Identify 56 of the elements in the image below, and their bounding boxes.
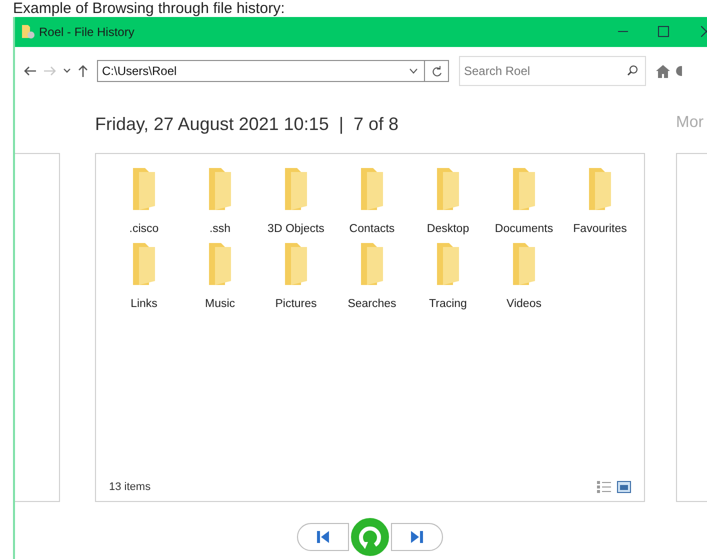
large-icons-view-icon[interactable] [617,481,631,493]
folder-icon[interactable] [587,166,613,210]
folder-name[interactable]: Pictures [275,296,317,314]
skip-forward-icon [411,531,423,543]
details-view-icon[interactable] [597,481,611,493]
folder-icon[interactable] [359,166,385,210]
folder-name[interactable]: Documents [494,221,554,238]
folder-name[interactable]: Favourites [573,221,627,238]
back-arrow-icon[interactable] [23,65,37,77]
folder-name[interactable]: 3D Objects [268,221,324,238]
snapshot-position: 7 of 8 [354,113,399,136]
folder-icon[interactable] [511,166,537,210]
previous-snapshot-panel[interactable] [15,153,60,502]
folder-icon[interactable] [131,241,157,285]
folder-icon[interactable] [207,166,233,210]
home-icon[interactable] [656,64,670,78]
folder-name[interactable]: Tracing [429,296,467,314]
folder-name[interactable]: .cisco [129,221,159,238]
folder-name[interactable]: Searches [348,296,396,314]
folder-icon[interactable] [207,241,233,285]
restore-icon [358,524,382,550]
caption: Example of Browsing through file history: [12,0,286,17]
folder-icon[interactable] [435,241,461,285]
snapshot-date: Friday, 27 August 2021 10:15 [95,113,329,136]
next-version-button[interactable] [391,523,443,551]
window-title: Roel - File History [39,24,134,41]
close-icon[interactable] [701,26,707,37]
refresh-button[interactable] [425,60,449,82]
separator: | [338,113,344,136]
snapshot-date: Mor [676,114,704,131]
folder-name[interactable]: Desktop [426,221,470,238]
folder-name[interactable]: Videos [506,296,542,314]
address-bar[interactable]: C:\Users\Roel [97,60,425,82]
folder-icon[interactable] [283,166,309,210]
folder-icon[interactable] [131,166,157,210]
previous-version-button[interactable] [297,523,349,551]
folder-name[interactable]: .ssh [209,221,231,238]
folder-name[interactable]: Music [204,296,236,314]
folder-name[interactable]: Contacts [349,221,395,238]
search-field[interactable]: Search Roel [459,56,646,86]
address-text: C:\Users\Roel [102,63,177,80]
folder-icon[interactable] [283,241,309,285]
maximize-icon[interactable] [658,26,669,37]
folder-icon[interactable] [359,241,385,285]
search-icon [627,65,638,76]
minimize-icon[interactable] [618,31,628,33]
item-count: 13 items [109,480,151,495]
folder-icon[interactable] [435,166,461,210]
up-arrow-icon[interactable] [77,65,89,77]
refresh-icon [432,66,442,76]
skip-back-icon [317,531,329,543]
folder-icon[interactable] [511,241,537,285]
next-snapshot-panel[interactable] [676,153,707,502]
folder-name[interactable]: Links [130,296,158,314]
folder-icon [21,24,35,40]
dropdown-icon[interactable] [409,68,418,74]
